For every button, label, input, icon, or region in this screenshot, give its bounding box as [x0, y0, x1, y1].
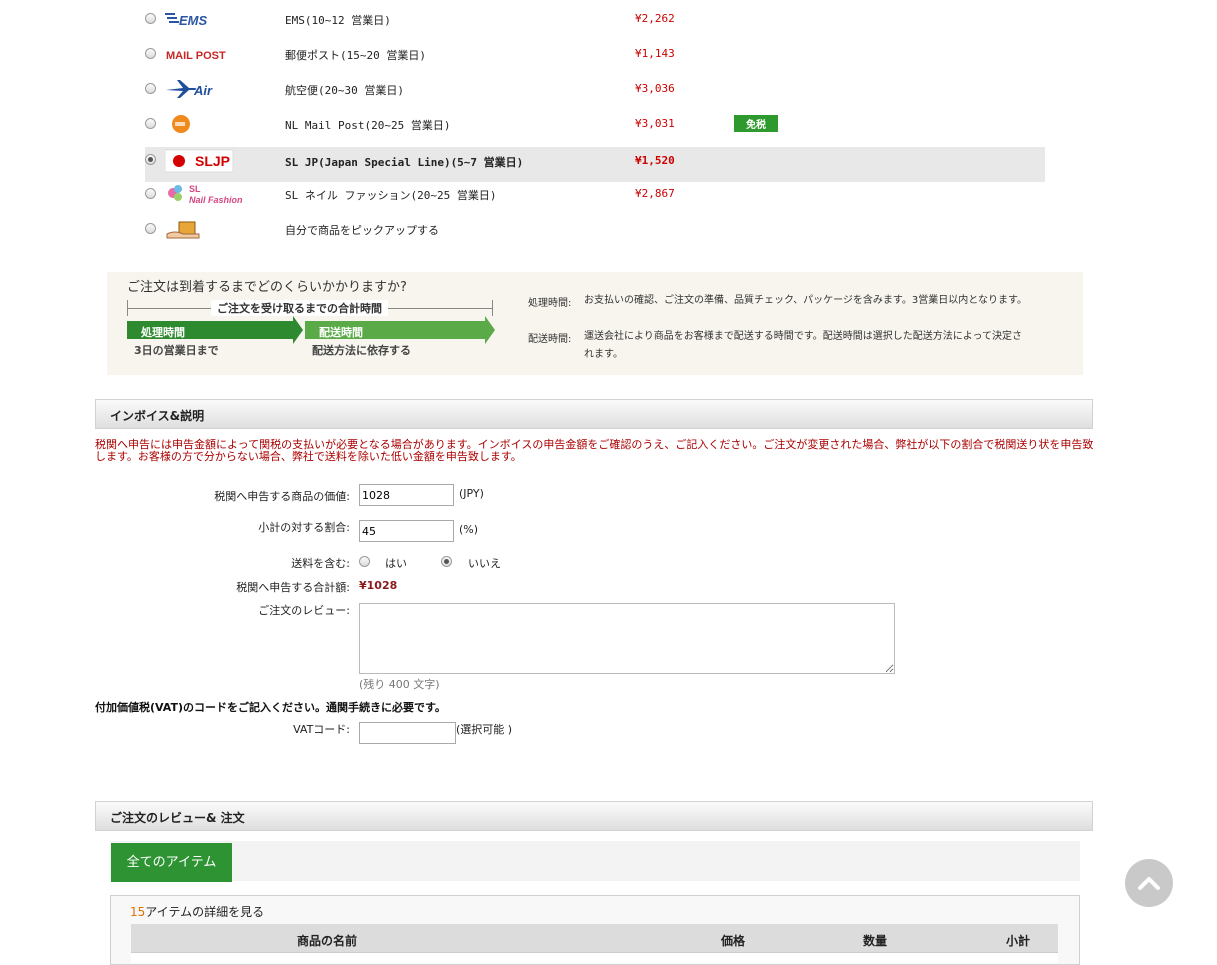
declared-value-input[interactable] [359, 484, 454, 506]
invoice-section-header: インボイス&説明 [95, 399, 1093, 429]
order-review-textarea[interactable] [359, 603, 895, 674]
tab-all-items[interactable]: 全てのアイテム [111, 843, 232, 882]
declared-total-value: ¥1028 [359, 579, 398, 592]
shipping-radio[interactable] [145, 13, 156, 24]
shipping-option-air[interactable]: Air 航空便(20~30 営業日) ¥3,036 [145, 72, 1045, 107]
declared-value-unit: (JPY) [459, 487, 484, 500]
no-label: いいえ [468, 557, 501, 570]
nl-post-logo [172, 115, 190, 133]
shipping-price: ¥3,031 [635, 117, 675, 130]
column-product-name: 商品の名前 [297, 934, 358, 948]
delivery-question: ご注文は到着するまでどのくらいかかりますか? [127, 280, 407, 295]
processing-time-label: 処理時間 [141, 326, 185, 339]
vat-notice: 付加価値税(VAT)のコードをご記入ください。通関手続きに必要です。 [95, 701, 446, 714]
remaining-chars: (残り 400 文字) [359, 678, 440, 691]
view-details-text: アイテムの詳細を見る [145, 905, 265, 919]
shipping-radio[interactable] [145, 118, 156, 129]
declared-total-label: 税関へ申告する合計額: [236, 581, 350, 594]
shipping-time-label: 配送時間 [319, 326, 363, 339]
item-count: 15 [130, 905, 146, 919]
shipping-name: SL JP(Japan Special Line)(5~7 営業日) [285, 156, 524, 169]
total-time-label: ご注文を受け取るまでの合計時間 [211, 300, 388, 316]
include-shipping-no-radio[interactable] [441, 556, 452, 567]
vat-code-label: VATコード: [293, 723, 350, 736]
items-table-header [131, 924, 1058, 952]
table-row [131, 952, 1058, 963]
sl-nail-fashion-logo: SL Nail Fashion [168, 184, 243, 205]
processing-desc-label: 処理時間: [528, 298, 572, 309]
shipping-price: ¥2,262 [635, 12, 675, 25]
shipping-name: 自分で商品をピックアップする [285, 224, 439, 237]
scroll-to-top-button[interactable] [1125, 859, 1173, 907]
shipping-price: ¥3,036 [635, 82, 675, 95]
vat-optional-note: (選択可能 ) [456, 723, 513, 736]
shipping-radio[interactable] [145, 154, 156, 165]
svg-text:Air: Air [193, 83, 213, 98]
ratio-unit: (%) [459, 523, 479, 536]
tab-bar [110, 841, 1080, 881]
shipping-name: EMS(10~12 営業日) [285, 14, 391, 27]
sljp-logo: SLJP [165, 149, 234, 173]
column-price: 価格 [721, 934, 746, 948]
svg-text:SLJP: SLJP [195, 153, 230, 169]
column-quantity: 数量 [863, 934, 888, 948]
column-subtotal: 小計 [1006, 934, 1031, 948]
shipping-option-ems[interactable]: EMS EMS(10~12 営業日) ¥2,262 [145, 2, 1045, 37]
shipping-price: ¥1,520 [635, 154, 675, 167]
delivery-time-info: ご注文は到着するまでどのくらいかかりますか? ご注文を受け取るまでの合計時間 処… [107, 272, 1083, 375]
tax-free-badge: 免税 [734, 115, 778, 132]
mail-post-logo: MAIL POST [166, 50, 226, 62]
svg-text:SL: SL [189, 184, 201, 194]
ems-logo: EMS [165, 13, 208, 28]
shipping-option-nl-mail-post[interactable]: NL Mail Post(20~25 営業日) ¥3,031 免税 [145, 107, 1045, 142]
processing-time-sub: 3日の営業日まで [134, 344, 219, 357]
shipping-price: ¥2,867 [635, 187, 675, 200]
shipping-radio[interactable] [145, 48, 156, 59]
include-shipping-label: 送料を含む: [291, 557, 350, 570]
svg-text:Nail Fashion: Nail Fashion [189, 195, 243, 205]
shipping-name: NL Mail Post(20~25 営業日) [285, 119, 451, 132]
svg-text:MAIL POST: MAIL POST [166, 50, 226, 62]
ratio-input[interactable] [359, 520, 454, 542]
shipping-name: SL ネイル ファッション(20~25 営業日) [285, 189, 497, 202]
svg-text:EMS: EMS [179, 13, 208, 28]
shipping-name: 郵便ポスト(15~20 営業日) [285, 49, 426, 62]
pickup-icon [166, 221, 200, 239]
view-item-details-link[interactable]: 15アイテムの詳細を見る [130, 903, 264, 920]
yes-label: はい [385, 557, 407, 570]
shipping-option-self-pickup[interactable]: 自分で商品をピックアップする [145, 212, 1045, 247]
shipping-name: 航空便(20~30 営業日) [285, 84, 404, 97]
include-shipping-yes-radio[interactable] [359, 556, 370, 567]
declared-value-label: 税関へ申告する商品の価値: [214, 490, 350, 503]
section-title: インボイス&説明 [110, 409, 205, 423]
shipping-desc: 運送会社により商品をお客様まで配送する時間です。配送時間は選択した配送方法によっ… [584, 331, 1022, 360]
ratio-label: 小計の対する割合: [258, 521, 350, 534]
shipping-desc-label: 配送時間: [528, 334, 572, 345]
review-order-section-header: ご注文のレビュー& 注文 [95, 801, 1093, 831]
shipping-time-sub: 配送方法に依存する [312, 344, 411, 357]
shipping-option-mail-post[interactable]: MAIL POST 郵便ポスト(15~20 営業日) ¥1,143 [145, 37, 1045, 72]
shipping-option-sl-nail-fashion[interactable]: SL Nail Fashion SL ネイル ファッション(20~25 営業日)… [145, 177, 1045, 212]
shipping-radio[interactable] [145, 188, 156, 199]
processing-desc: お支払いの確認、ご注文の準備、品質チェック、パッケージを含みます。3営業日以内と… [584, 295, 1027, 306]
shipping-radio[interactable] [145, 223, 156, 234]
shipping-price: ¥1,143 [635, 47, 675, 60]
shipping-radio[interactable] [145, 83, 156, 94]
vat-code-input[interactable] [359, 722, 456, 744]
order-review-label: ご注文のレビュー: [258, 604, 350, 617]
chevron-up-icon [1138, 877, 1160, 890]
customs-notice: 税関へ申告には申告金額によって関税の支払いが必要となる場合があります。インボイス… [95, 438, 1094, 463]
section-title: ご注文のレビュー& 注文 [110, 811, 245, 825]
air-logo: Air [166, 80, 213, 98]
